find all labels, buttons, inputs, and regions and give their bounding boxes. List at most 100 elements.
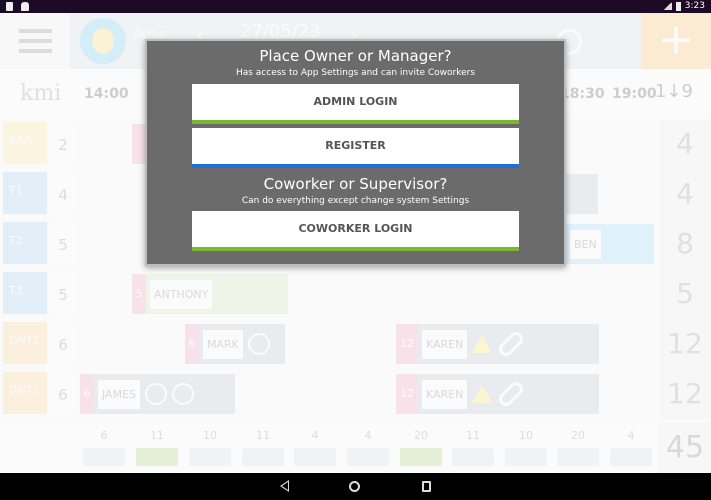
row-count: 6: [52, 322, 74, 364]
register-button[interactable]: REGISTER: [192, 128, 519, 168]
footer-count: 4: [364, 429, 372, 442]
footer-bar: [400, 448, 442, 466]
footer-column: 11: [452, 429, 494, 466]
footer-count: 10: [519, 429, 533, 442]
role-label[interactable]: T2: [3, 222, 47, 264]
back-icon[interactable]: [280, 480, 289, 492]
role-label[interactable]: DNT2: [3, 372, 47, 414]
footer-bar: [610, 448, 652, 466]
footer-column: 4: [294, 429, 336, 466]
role-label[interactable]: T3: [3, 272, 47, 314]
footer-column: 11: [242, 429, 284, 466]
footer-count: 11: [256, 429, 270, 442]
row-total: 8: [659, 219, 711, 269]
row-total: 12: [659, 319, 711, 369]
logo: kmi: [20, 81, 62, 106]
status-time: 3:23: [684, 1, 705, 11]
shift-length: [132, 124, 146, 164]
footer-count: 20: [571, 429, 585, 442]
link-icon: [496, 329, 527, 359]
admin-login-button[interactable]: ADMIN LOGIN: [192, 84, 519, 124]
footer-count: 11: [150, 429, 164, 442]
footer-count: 4: [627, 429, 635, 442]
schedule-row: DNT1 6 6 MARK 12 KAREN 12: [0, 319, 711, 369]
hamburger-icon: [19, 29, 52, 33]
shift-block[interactable]: BEN: [566, 224, 654, 264]
android-nav-bar: [0, 473, 711, 500]
menu-button[interactable]: [0, 13, 70, 69]
role-label[interactable]: T1: [3, 172, 47, 214]
row-count: 2: [52, 122, 74, 164]
row-count: 6: [52, 372, 74, 414]
shift-length: 6: [80, 374, 94, 414]
footer-column: 11: [136, 429, 178, 466]
shift-block[interactable]: 12 KAREN: [396, 324, 599, 364]
footer-bar: [294, 448, 336, 466]
footer-column: 20: [557, 429, 599, 466]
shift-length: 6: [185, 324, 199, 364]
row-total: 4: [659, 169, 711, 219]
row-total: 5: [659, 269, 711, 319]
home-icon[interactable]: [349, 481, 360, 492]
footer-count: 11: [466, 429, 480, 442]
shift-block[interactable]: 5 ANTHONY: [132, 274, 288, 314]
footer-bar: [136, 448, 178, 466]
row-count: 5: [52, 222, 74, 264]
badge-icon: [172, 383, 194, 405]
footer-bar: [83, 448, 125, 466]
add-shift-button[interactable]: +: [641, 13, 711, 69]
warning-icon: [472, 335, 493, 353]
footer-bar: [452, 448, 494, 466]
owner-title: Place Owner or Manager?: [259, 47, 452, 65]
employee-name: KAREN: [422, 379, 468, 409]
shift-length: 12: [396, 324, 418, 364]
footer-bar: [505, 448, 547, 466]
coworker-title: Coworker or Supervisor?: [263, 175, 448, 193]
android-icon: [21, 2, 29, 11]
signal-icon: [663, 2, 672, 10]
shift-block[interactable]: [132, 124, 146, 164]
employee-name: JAMES: [98, 379, 140, 409]
coworker-subtitle: Can do everything except change system S…: [241, 196, 470, 206]
footer-column: 6: [83, 429, 125, 466]
row-total: 4: [659, 119, 711, 169]
battery-icon: [675, 1, 681, 11]
coworker-login-button[interactable]: COWORKER LOGIN: [192, 211, 519, 251]
owner-subtitle: Has access to App Settings and can invit…: [235, 68, 476, 78]
role-label[interactable]: BAR: [3, 122, 47, 164]
footer-count: 6: [100, 429, 108, 442]
avatar[interactable]: [80, 18, 126, 64]
badge-icon: [145, 383, 167, 405]
login-dialog: Place Owner or Manager? Has access to Ap…: [145, 39, 566, 266]
footer-count: 4: [311, 429, 319, 442]
employee-name: BEN: [570, 229, 601, 259]
grand-total: 45: [659, 423, 711, 473]
role-label[interactable]: DNT1: [3, 322, 47, 364]
shift-block[interactable]: 6 MARK: [185, 324, 285, 364]
footer-totals: 6 11 10 11 4 4 20 11 10 20 4 45: [0, 423, 711, 473]
sort-icon[interactable]: 1↓9: [655, 81, 693, 102]
footer-bar: [347, 448, 389, 466]
status-bar: 3:23: [0, 0, 711, 13]
row-count: 5: [52, 272, 74, 314]
time-label: 14:00: [84, 86, 129, 102]
footer-column: 4: [610, 429, 652, 466]
employee-name: KAREN: [422, 329, 468, 359]
footer-bar: [189, 448, 231, 466]
footer-column: 20: [400, 429, 442, 466]
shift-block[interactable]: [566, 174, 598, 214]
footer-count: 20: [414, 429, 428, 442]
row-total: 12: [659, 369, 711, 419]
shift-block[interactable]: 12 KAREN: [396, 374, 599, 414]
warning-icon: [472, 385, 493, 403]
shift-block[interactable]: 6 JAMES: [80, 374, 235, 414]
time-label: 19:00: [612, 86, 657, 102]
footer-bar: [242, 448, 284, 466]
link-icon: [496, 379, 527, 409]
recent-apps-icon[interactable]: [422, 481, 431, 492]
footer-count: 10: [203, 429, 217, 442]
employee-name: ANTHONY: [150, 279, 213, 309]
checkmark-icon: [247, 333, 270, 355]
footer-bar: [557, 448, 599, 466]
schedule-row: T3 5 5 ANTHONY 5: [0, 269, 711, 319]
